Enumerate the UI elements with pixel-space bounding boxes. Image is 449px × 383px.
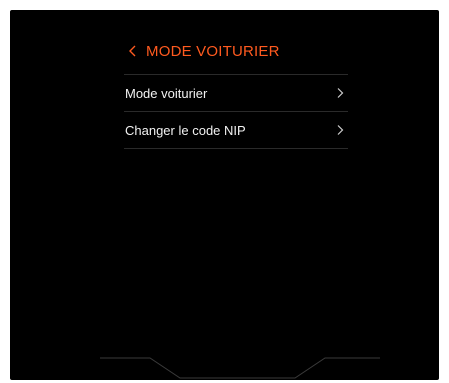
- bottom-decoration: [100, 357, 380, 379]
- page-title: MODE VOITURIER: [146, 42, 280, 60]
- menu-item-label: Changer le code NIP: [125, 122, 246, 138]
- settings-menu: Mode voiturier Changer le code NIP: [124, 75, 348, 149]
- chevron-right-icon: [334, 86, 346, 100]
- infotainment-screen: MODE VOITURIER Mode voiturier Changer le…: [10, 10, 439, 380]
- menu-item-changer-code-nip[interactable]: Changer le code NIP: [124, 112, 348, 149]
- header: MODE VOITURIER: [124, 36, 350, 66]
- menu-item-mode-voiturier[interactable]: Mode voiturier: [124, 75, 348, 112]
- menu-item-label: Mode voiturier: [125, 85, 208, 101]
- chevron-right-icon: [334, 123, 346, 137]
- back-button[interactable]: MODE VOITURIER: [124, 42, 280, 60]
- chevron-left-icon: [124, 42, 142, 60]
